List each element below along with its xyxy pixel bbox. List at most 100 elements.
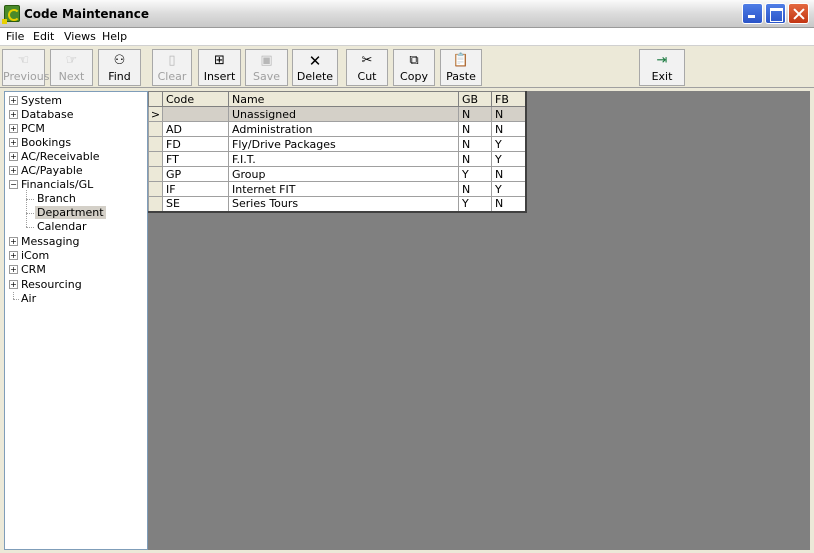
tree-item-air[interactable]: Air [21,292,36,305]
cell-gb[interactable]: Y [458,166,492,182]
table-row[interactable]: GP Group Y N [148,166,527,182]
table-row[interactable]: SE Series Tours Y N [148,196,527,213]
insert-button[interactable]: ⊞ Insert [198,49,241,86]
cell-fb[interactable]: Y [491,136,527,152]
cell-name[interactable]: Administration [228,121,459,137]
cell-gb[interactable]: N [458,136,492,152]
expand-icon[interactable]: + [9,96,18,105]
navigation-tree: + System + Database + PCM + Bookings + A… [4,91,148,550]
scissors-icon: ✂ [361,53,373,68]
tree-item-resourcing[interactable]: + Resourcing [9,278,82,291]
cell-code[interactable]: FD [162,136,229,152]
cell-gb[interactable]: N [458,151,492,167]
column-header-code[interactable]: Code [162,91,229,107]
cell-code[interactable] [162,106,229,122]
cell-name[interactable]: Series Tours [228,196,459,213]
exit-button[interactable]: ⇥ Exit [639,49,685,86]
column-header-name[interactable]: Name [228,91,459,107]
cell-code[interactable]: FT [162,151,229,167]
tree-item-ac-receivable[interactable]: + AC/Receivable [9,150,100,163]
clear-button[interactable]: ▯ Clear [152,49,192,86]
column-header-fb[interactable]: FB [491,91,527,107]
row-header [148,196,163,213]
minimize-button[interactable] [742,3,763,24]
paste-button[interactable]: 📋 Paste [440,49,482,86]
expand-icon[interactable]: + [9,124,18,133]
table-row[interactable]: FT F.I.T. N Y [148,151,527,167]
tree-item-messaging[interactable]: + Messaging [9,235,79,248]
cell-gb[interactable]: N [458,106,492,122]
save-icon: ▣ [260,53,273,68]
tree-connector [13,292,14,299]
tree-connector [26,190,27,227]
table-row[interactable]: AD Administration N N [148,121,527,137]
cell-gb[interactable]: N [458,181,492,197]
cell-name[interactable]: Unassigned [228,106,459,122]
table-row[interactable]: FD Fly/Drive Packages N Y [148,136,527,152]
cell-fb[interactable]: Y [491,181,527,197]
grid-area: Code Name GB FB > Unassigned N N AD Admi… [148,91,810,550]
cell-fb[interactable]: N [491,121,527,137]
expand-icon[interactable]: + [9,166,18,175]
collapse-icon[interactable]: − [9,180,18,189]
expand-icon[interactable]: + [9,237,18,246]
menu-views[interactable]: Views [64,30,96,43]
grid-header-row: Code Name GB FB [148,91,527,107]
row-header-corner [148,91,163,107]
column-header-gb[interactable]: GB [458,91,492,107]
menu-file[interactable]: File [6,30,24,43]
cell-fb[interactable]: N [491,106,527,122]
tree-item-crm[interactable]: + CRM [9,263,46,276]
expand-icon[interactable]: + [9,251,18,260]
menu-edit[interactable]: Edit [33,30,54,43]
cell-code[interactable]: SE [162,196,229,213]
expand-icon[interactable]: + [9,152,18,161]
tree-item-pcm[interactable]: + PCM [9,122,45,135]
row-header [148,121,163,137]
tree-connector [26,213,34,214]
tree-item-icom[interactable]: + iCom [9,249,49,262]
window-title: Code Maintenance [24,7,149,21]
cell-code[interactable]: AD [162,121,229,137]
tree-item-financials-gl[interactable]: − Financials/GL [9,178,93,191]
menu-help[interactable]: Help [102,30,127,43]
cell-code[interactable]: IF [162,181,229,197]
copy-icon: ⧉ [409,53,419,68]
cell-name[interactable]: F.I.T. [228,151,459,167]
previous-button[interactable]: ☜ Previous [2,49,50,86]
paste-icon: 📋 [452,53,470,68]
cell-gb[interactable]: N [458,121,492,137]
cell-name[interactable]: Internet FIT [228,181,459,197]
expand-icon[interactable]: + [9,280,18,289]
expand-icon[interactable]: + [9,265,18,274]
tree-item-ac-payable[interactable]: + AC/Payable [9,164,83,177]
table-row[interactable]: IF Internet FIT N Y [148,181,527,197]
expand-icon[interactable]: + [9,110,18,119]
tree-item-system[interactable]: + System [9,94,62,107]
close-button[interactable] [788,3,809,24]
clear-icon: ▯ [168,53,176,68]
tree-item-branch[interactable]: Branch [35,192,78,205]
cut-button[interactable]: ✂ Cut [346,49,388,86]
tree-item-database[interactable]: + Database [9,108,74,121]
expand-icon[interactable]: + [9,138,18,147]
cell-fb[interactable]: N [491,196,527,213]
delete-button[interactable]: ✕ Delete [292,49,338,86]
cell-fb[interactable]: Y [491,151,527,167]
cell-code[interactable]: GP [162,166,229,182]
cell-fb[interactable]: N [491,166,527,182]
cell-gb[interactable]: Y [458,196,492,213]
tree-item-bookings[interactable]: + Bookings [9,136,71,149]
table-row[interactable]: > Unassigned N N [148,106,527,122]
binoculars-icon: ⚇ [113,53,126,68]
find-button[interactable]: ⚇ Find [98,49,141,86]
cell-name[interactable]: Fly/Drive Packages [228,136,459,152]
previous-icon: ☜ [17,53,30,68]
tree-item-department[interactable]: Department [35,206,106,219]
copy-button[interactable]: ⧉ Copy [393,49,435,86]
save-button[interactable]: ▣ Save [245,49,288,86]
tree-item-calendar[interactable]: Calendar [35,220,88,233]
cell-name[interactable]: Group [228,166,459,182]
next-button[interactable]: ☞ Next [50,49,93,86]
maximize-button[interactable] [765,3,786,24]
